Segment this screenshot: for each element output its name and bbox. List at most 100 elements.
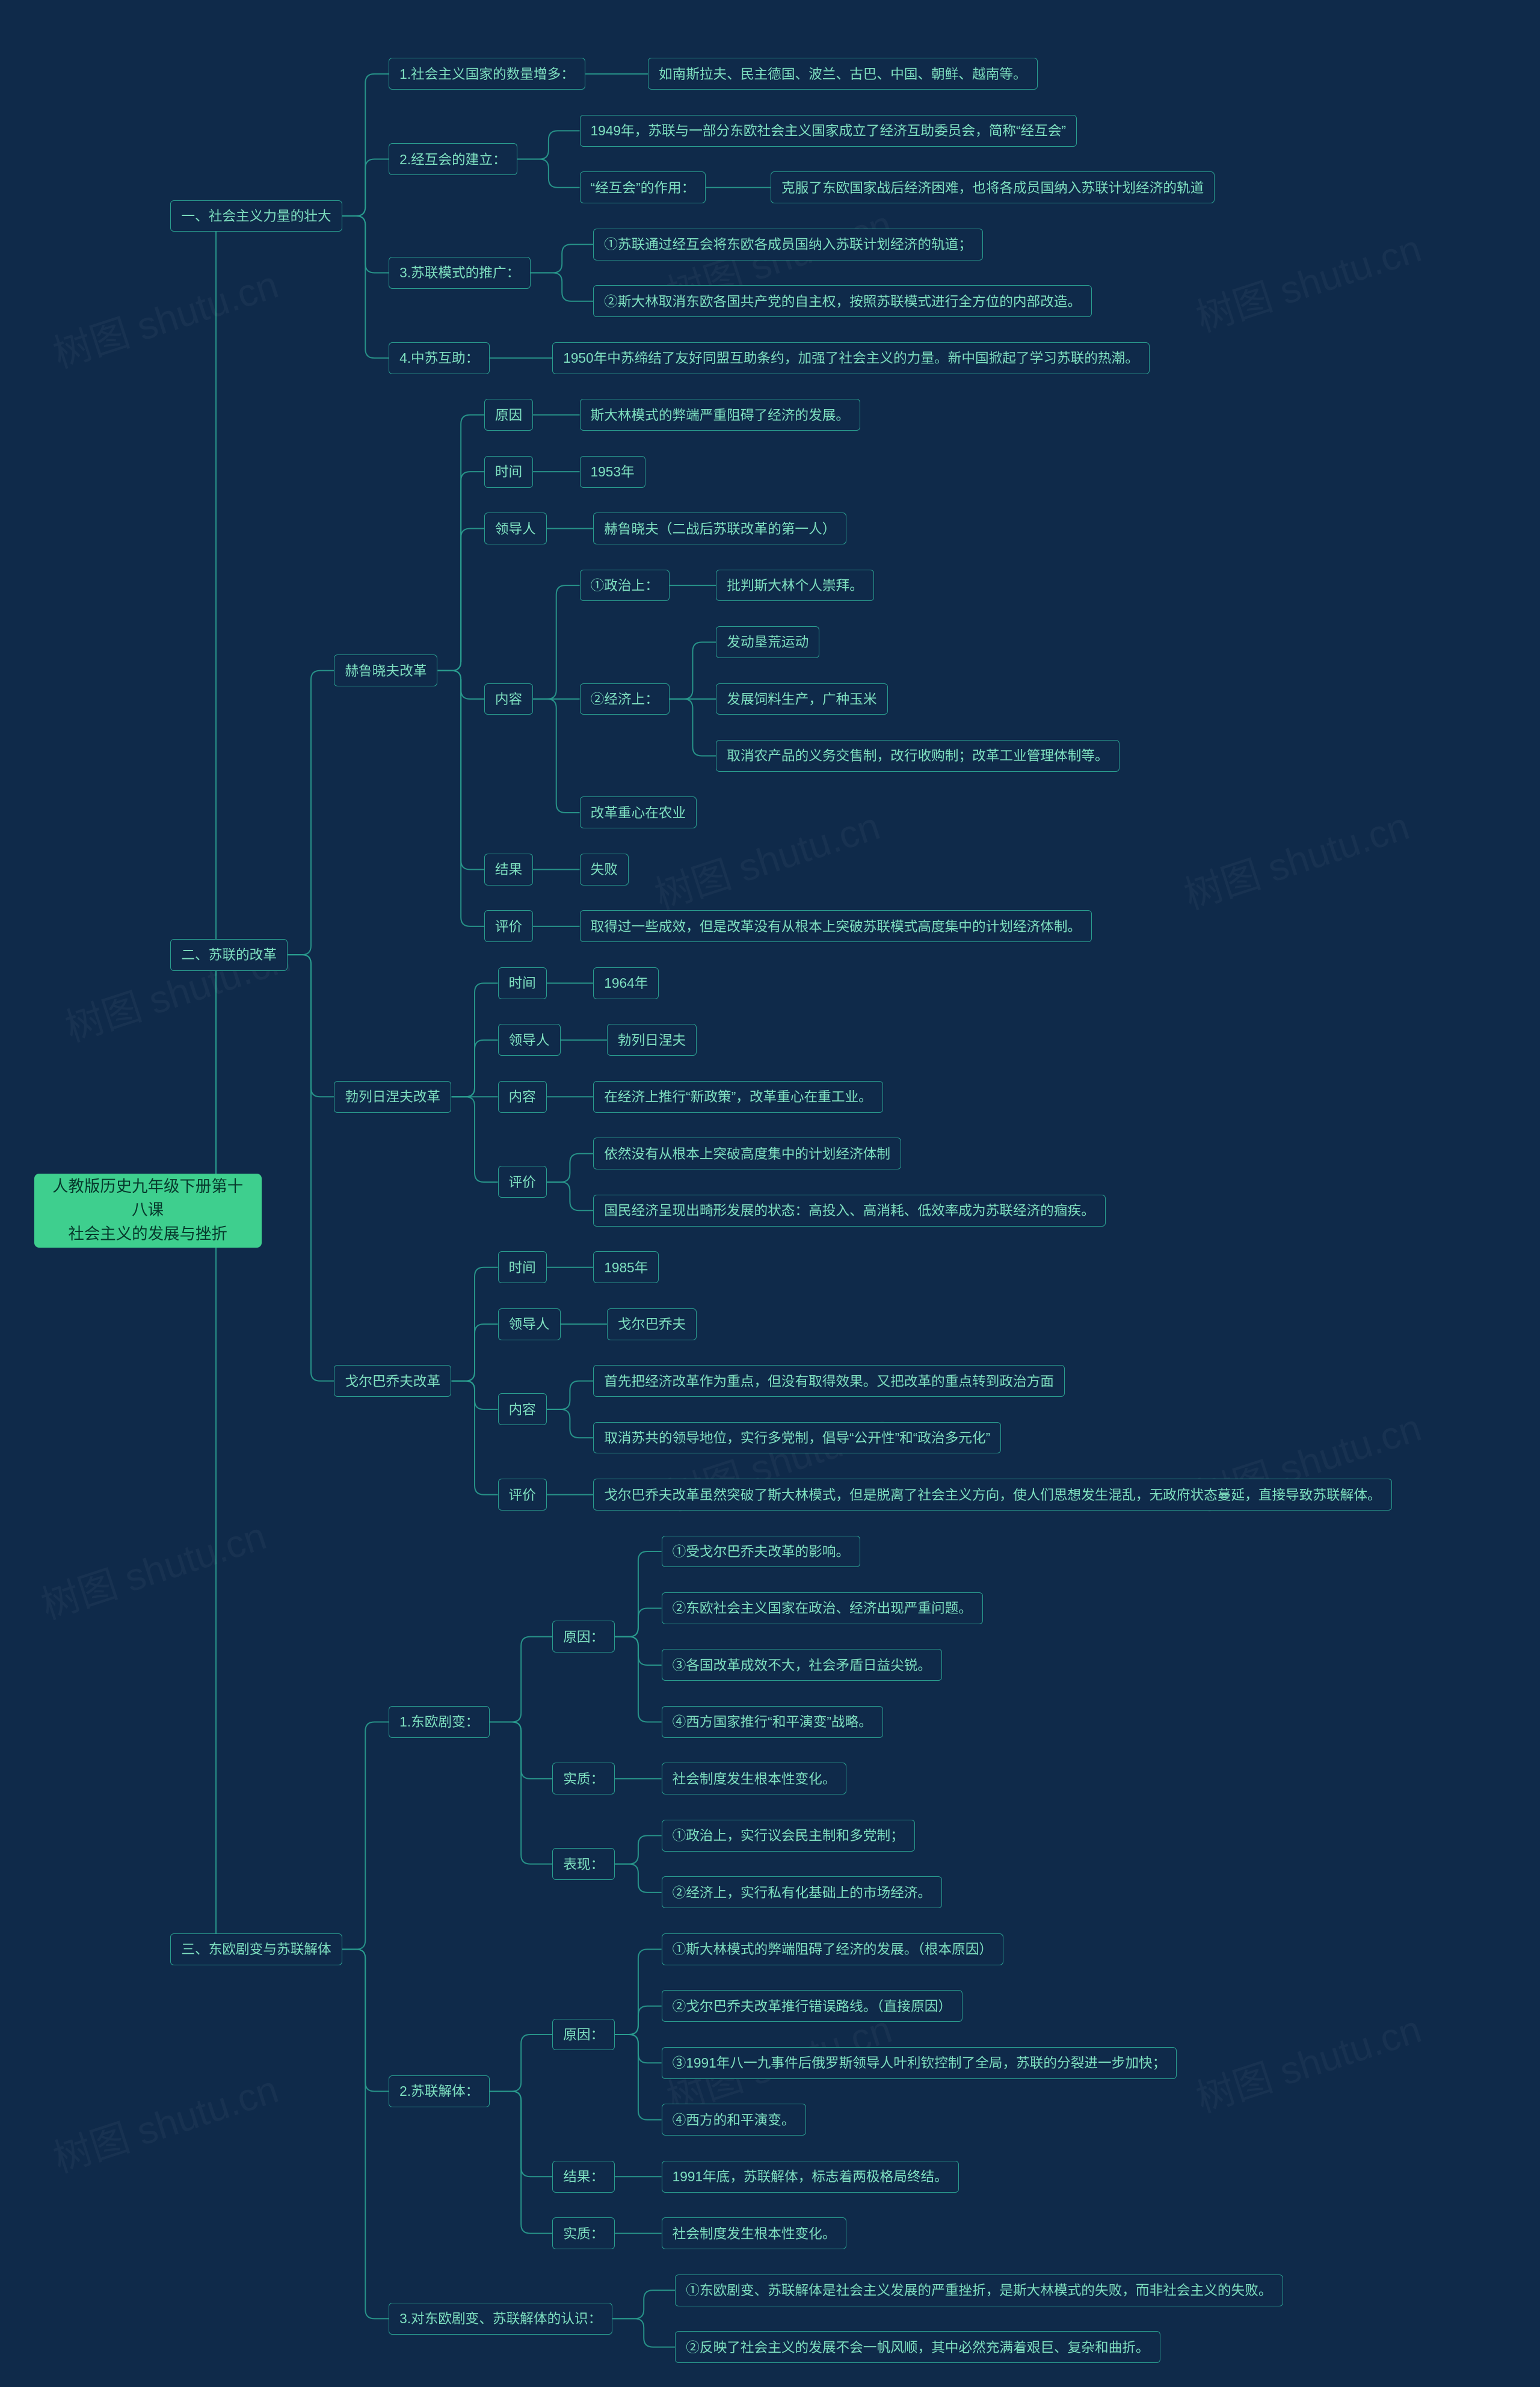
mindmap-node: ②东欧社会主义国家在政治、经济出现严重问题。 (662, 1592, 983, 1624)
connector (615, 2034, 661, 2120)
mindmap-node: 表现： (552, 1848, 615, 1880)
root-node: 人教版历史九年级下册第十八课社会主义的发展与挫折 (34, 1174, 262, 1248)
mindmap-node: ③1991年八一九事件后俄罗斯领导人叶利钦控制了全局，苏联的分裂进一步加快； (662, 2047, 1177, 2079)
mindmap-node: 国民经济呈现出畸形发展的状态：高投入、高消耗、低效率成为苏联经济的痼疾。 (593, 1195, 1106, 1227)
connector (547, 1381, 594, 1409)
mindmap-node: “经互会”的作用： (580, 171, 706, 203)
section-node: 一、社会主义力量的壮大 (170, 200, 342, 232)
mindmap-node: 时间 (498, 967, 547, 999)
connector (437, 529, 484, 671)
mindmap-node: 依然没有从根本上突破高度集中的计划经济体制 (593, 1138, 901, 1169)
connector (615, 1637, 661, 1722)
connector (615, 1835, 661, 1864)
connector (615, 1637, 661, 1665)
connector (490, 2091, 552, 2233)
mindmap-node: 1949年，苏联与一部分东欧社会主义国家成立了经济互助委员会，简称“经互会” (580, 115, 1077, 147)
connector (437, 472, 484, 671)
mindmap-node: ②斯大林取消东欧各国共产党的自主权，按照苏联模式进行全方位的内部改造。 (593, 285, 1092, 317)
mindmap-node: 首先把经济改革作为重点，但没有取得效果。又把改革的重点转到政治方面 (593, 1365, 1065, 1397)
connector (437, 671, 484, 926)
connector (451, 983, 497, 1097)
mindmap-node: 原因： (552, 2019, 615, 2051)
mindmap-node: 批判斯大林个人崇拜。 (716, 570, 874, 602)
section-node: 二、苏联的改革 (170, 939, 288, 971)
connector (451, 1040, 497, 1097)
connector (615, 1551, 661, 1637)
mindmap-node: 取得过一些成效，但是改革没有从根本上突破苏联模式高度集中的计划经济体制。 (580, 910, 1092, 942)
connector (490, 2091, 552, 2176)
mindmap-node: 勃列日涅夫改革 (334, 1081, 451, 1113)
connector (490, 1722, 552, 1864)
connector (342, 74, 389, 216)
mindmap-node: 内容 (498, 1081, 547, 1113)
connector (451, 1381, 497, 1495)
connector (615, 1949, 661, 2034)
mindmap-node: 评价 (498, 1166, 547, 1198)
mindmap-node: 失败 (580, 854, 629, 886)
mindmap-node: ③各国改革成效不大，社会矛盾日益尖锐。 (662, 1649, 942, 1681)
watermark: 树图 shutu.cn (1188, 1998, 1427, 2123)
mindmap-node: ①政治上： (580, 570, 670, 602)
connector (547, 1182, 594, 1210)
watermark: 树图 shutu.cn (45, 2059, 284, 2183)
mindmap-canvas: { "watermark": "树图 shutu.cn", "root": { … (0, 0, 1540, 2387)
connector (451, 1097, 497, 1182)
connector (451, 1267, 497, 1381)
mindmap-node: 评价 (484, 910, 533, 942)
mindmap-node: 勃列日涅夫 (607, 1024, 697, 1056)
mindmap-node: 内容 (484, 683, 533, 715)
watermark: 树图 shutu.cn (45, 254, 284, 378)
connector (533, 699, 580, 813)
mindmap-node: 2.苏联解体： (389, 2075, 490, 2107)
mindmap-node: 发动垦荒运动 (716, 626, 819, 658)
mindmap-node: 1991年底，苏联解体，标志着两极格局终结。 (662, 2161, 959, 2193)
mindmap-node: 时间 (484, 456, 533, 488)
connector (615, 1864, 661, 1893)
mindmap-node: 1.东欧剧变： (389, 1706, 490, 1738)
mindmap-node: 克服了东欧国家战后经济困难，也将各成员国纳入苏联计划经济的轨道 (771, 171, 1215, 203)
connector (170, 1210, 261, 1949)
connector (170, 955, 261, 1210)
connector (288, 671, 334, 955)
mindmap-node: ④西方的和平演变。 (662, 2104, 806, 2136)
connector (615, 2034, 661, 2063)
mindmap-node: 原因： (552, 1621, 615, 1652)
mindmap-node: ①政治上，实行议会民主制和多党制； (662, 1820, 915, 1852)
connector (342, 159, 389, 216)
mindmap-node: 改革重心在农业 (580, 796, 697, 828)
mindmap-node: 1985年 (593, 1251, 659, 1283)
connector (342, 216, 389, 273)
connector (612, 2290, 675, 2318)
mindmap-node: 4.中苏互助： (389, 342, 490, 374)
connector (531, 244, 593, 273)
mindmap-node: 戈尔巴乔夫 (607, 1308, 697, 1340)
connector (615, 2006, 661, 2034)
mindmap-node: 取消农产品的义务交售制，改行收购制；改革工业管理体制等。 (716, 740, 1119, 772)
connector (451, 1381, 497, 1409)
connector (288, 955, 334, 1381)
watermark: 树图 shutu.cn (1188, 218, 1427, 342)
connector (517, 159, 579, 188)
mindmap-node: 时间 (498, 1251, 547, 1283)
connector (342, 216, 389, 358)
mindmap-node: 1953年 (580, 456, 645, 488)
connector (670, 642, 716, 699)
mindmap-node: 斯大林模式的弊端严重阻碍了经济的发展。 (580, 399, 860, 431)
mindmap-node: 3.对东欧剧变、苏联解体的认识： (389, 2303, 612, 2335)
mindmap-node: ②经济上，实行私有化基础上的市场经济。 (662, 1876, 942, 1908)
mindmap-node: 1.社会主义国家的数量增多： (389, 58, 585, 90)
connector (451, 1324, 497, 1381)
mindmap-node: 在经济上推行“新政策”，改革重心在重工业。 (593, 1081, 883, 1113)
mindmap-node: ①受戈尔巴乔夫改革的影响。 (662, 1536, 861, 1568)
connector (342, 1949, 389, 2091)
mindmap-node: 戈尔巴乔夫改革虽然突破了斯大林模式，但是脱离了社会主义方向，使人们思想发生混乱，… (593, 1479, 1391, 1511)
mindmap-node: ①东欧剧变、苏联解体是社会主义发展的严重挫折，是斯大林模式的失败，而非社会主义的… (675, 2275, 1283, 2306)
connector (531, 273, 593, 301)
mindmap-node: 赫鲁晓夫（二战后苏联改革的第一人） (593, 513, 846, 544)
connector (170, 216, 261, 1210)
connector (547, 1409, 594, 1438)
mindmap-node: 发展饲料生产，广种玉米 (716, 683, 887, 715)
connector (533, 585, 580, 699)
mindmap-node: 内容 (498, 1393, 547, 1425)
mindmap-node: 取消苏共的领导地位，实行多党制，倡导“公开性”和“政治多元化” (593, 1422, 1001, 1454)
